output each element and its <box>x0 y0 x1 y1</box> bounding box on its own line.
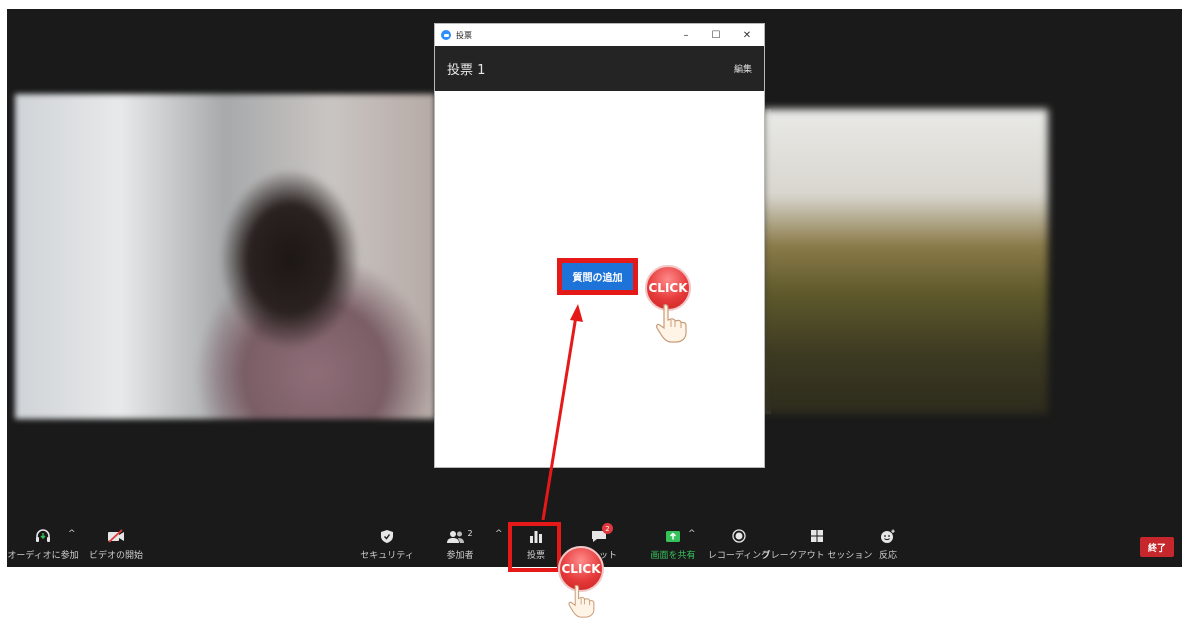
pointing-hand-icon <box>656 304 687 343</box>
screenshot-stage: オーディオに参加 ^ ビデオの開始 セキュリティ 2 参加者 ^ 投票 2 画面… <box>0 0 1182 619</box>
annotation-arrow <box>541 304 583 521</box>
pointing-hand-icon <box>568 584 595 618</box>
